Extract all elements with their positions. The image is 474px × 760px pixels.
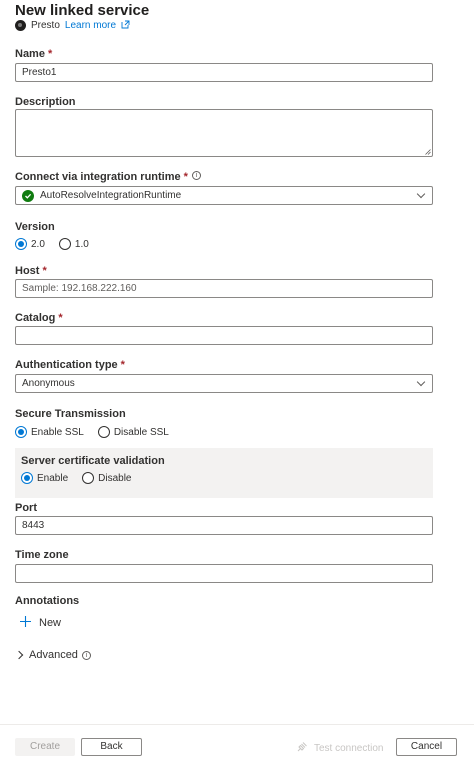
enable-ssl-option[interactable]: Enable SSL bbox=[15, 426, 84, 438]
required-marker: * bbox=[47, 48, 53, 60]
add-annotation-button[interactable]: New bbox=[20, 616, 61, 629]
cert-enable-option[interactable]: Enable bbox=[21, 472, 68, 484]
page-title: New linked service bbox=[15, 2, 150, 19]
resize-grip-icon[interactable] bbox=[425, 149, 431, 155]
chevron-right-icon bbox=[14, 650, 24, 660]
create-button[interactable]: Create bbox=[15, 738, 75, 756]
chevron-down-icon bbox=[416, 189, 426, 199]
required-marker: * bbox=[120, 359, 125, 371]
add-annotation-label: New bbox=[39, 616, 62, 629]
radio-unselected[interactable] bbox=[97, 426, 110, 438]
presto-logo-icon bbox=[15, 20, 26, 31]
radio-selected[interactable] bbox=[15, 238, 27, 250]
name-input[interactable] bbox=[15, 63, 433, 82]
version-option-2-0[interactable]: 2.0 bbox=[15, 238, 45, 250]
cancel-button[interactable]: Cancel bbox=[396, 738, 457, 756]
catalog-label: Catalog * bbox=[15, 312, 63, 324]
version-label: Version bbox=[15, 221, 55, 233]
description-label: Description bbox=[15, 96, 76, 108]
info-icon[interactable]: i bbox=[81, 650, 91, 660]
runtime-dropdown[interactable]: AutoResolveIntegrationRuntime bbox=[15, 186, 433, 205]
external-link-icon[interactable] bbox=[121, 20, 130, 31]
plus-icon bbox=[20, 616, 31, 629]
plug-icon bbox=[297, 741, 308, 755]
test-connection-label: Test connection bbox=[314, 742, 384, 754]
runtime-label: Connect via integration runtime * i bbox=[15, 171, 201, 183]
cert-validation-radio-group: Enable Disable bbox=[21, 472, 142, 484]
radio-selected[interactable] bbox=[15, 426, 27, 438]
version-option-1-0[interactable]: 1.0 bbox=[58, 238, 89, 250]
advanced-label: Advanced bbox=[29, 649, 78, 661]
port-label: Port bbox=[15, 502, 37, 514]
description-textarea[interactable] bbox=[15, 109, 433, 157]
cert-disable-option[interactable]: Disable bbox=[82, 472, 132, 484]
auth-type-value: Anonymous bbox=[22, 378, 75, 389]
port-input[interactable] bbox=[15, 516, 433, 535]
advanced-expander[interactable]: Advanced i bbox=[14, 649, 91, 661]
runtime-value: AutoResolveIntegrationRuntime bbox=[40, 190, 182, 201]
radio-selected[interactable] bbox=[21, 472, 33, 484]
name-label: Name * bbox=[15, 48, 53, 60]
required-marker: * bbox=[183, 171, 188, 183]
radio-unselected[interactable] bbox=[82, 472, 95, 484]
auth-type-dropdown[interactable]: Anonymous bbox=[15, 374, 433, 393]
service-name: Presto bbox=[31, 20, 60, 31]
service-subtitle: Presto Learn more bbox=[15, 20, 130, 31]
host-input[interactable] bbox=[15, 279, 433, 298]
disable-ssl-option[interactable]: Disable SSL bbox=[97, 426, 169, 438]
success-check-icon bbox=[22, 189, 34, 202]
version-radio-group: 2.0 1.0 bbox=[15, 238, 99, 250]
host-label: Host * bbox=[15, 265, 47, 277]
annotations-label: Annotations bbox=[15, 595, 80, 607]
cert-validation-label: Server certificate validation bbox=[21, 455, 165, 467]
test-connection-button[interactable]: Test connection bbox=[297, 741, 384, 755]
chevron-down-icon bbox=[416, 377, 426, 387]
learn-more-link[interactable]: Learn more bbox=[65, 20, 116, 31]
time-zone-input[interactable] bbox=[15, 564, 433, 583]
radio-unselected[interactable] bbox=[58, 238, 71, 250]
auth-type-label: Authentication type * bbox=[15, 359, 125, 371]
time-zone-label: Time zone bbox=[15, 549, 69, 561]
catalog-input[interactable] bbox=[15, 326, 433, 345]
required-marker: * bbox=[42, 265, 47, 277]
back-button[interactable]: Back bbox=[81, 738, 142, 756]
secure-transmission-label: Secure Transmission bbox=[15, 408, 126, 420]
info-icon[interactable]: i bbox=[191, 171, 201, 180]
secure-transmission-radio-group: Enable SSL Disable SSL bbox=[15, 426, 179, 438]
required-marker: * bbox=[58, 312, 63, 324]
